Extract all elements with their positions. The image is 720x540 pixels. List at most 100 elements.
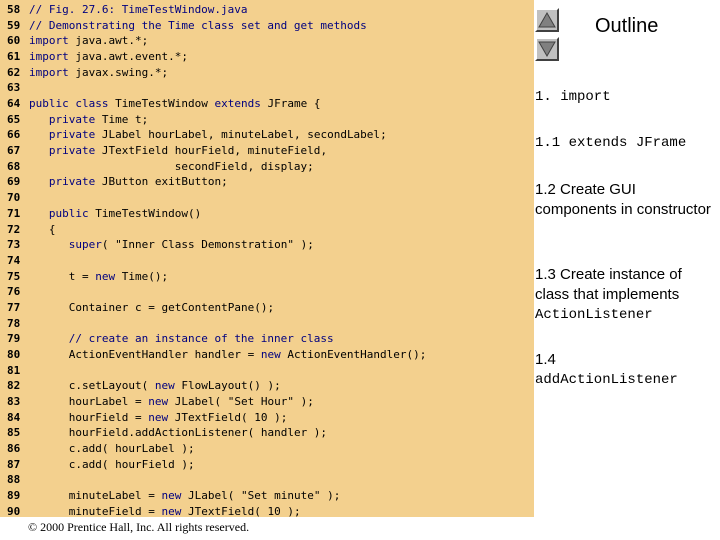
- line-number: 59: [7, 18, 21, 32]
- code-line: 75 t = new Time();: [7, 269, 168, 285]
- code-line: 86 c.add( hourLabel );: [7, 441, 195, 457]
- code-line: 60 import java.awt.*;: [7, 33, 148, 49]
- line-number: 74: [7, 253, 21, 267]
- line-number: 84: [7, 410, 21, 424]
- line-number: 73: [7, 238, 21, 252]
- code-text: Container c = getContentPane();: [68, 300, 275, 314]
- code-text: private JTextField hourField, minuteFiel…: [48, 144, 328, 158]
- line-number: 89: [7, 489, 21, 503]
- code-text: public class TimeTestWindow extends JFra…: [29, 97, 321, 111]
- code-line: 65 private Time t;: [7, 112, 148, 128]
- outline-item-add-listener-code: addActionListener: [535, 372, 678, 388]
- line-number: 86: [7, 442, 21, 456]
- code-line: 88: [7, 472, 29, 488]
- line-number: 80: [7, 347, 21, 361]
- line-number: 62: [7, 65, 21, 79]
- code-line: 78: [7, 316, 29, 332]
- line-number: 85: [7, 426, 21, 440]
- code-line: 71 public TimeTestWindow(): [7, 206, 201, 222]
- line-number: 70: [7, 191, 21, 205]
- code-line: 63: [7, 80, 29, 96]
- code-text: t = new Time();: [68, 269, 169, 283]
- code-text: public TimeTestWindow(): [48, 206, 202, 220]
- line-number: 75: [7, 269, 21, 283]
- code-text: // Fig. 27.6: TimeTestWindow.java: [29, 3, 248, 16]
- code-line: 72 {: [7, 222, 56, 238]
- code-text: private Time t;: [48, 112, 149, 126]
- code-line: 64 public class TimeTestWindow extends JF…: [7, 96, 320, 112]
- code-line: 84 hourField = new JTextField( 10 );: [7, 410, 287, 426]
- code-line: 68 secondField, display;: [7, 159, 314, 175]
- code-text: hourLabel = new JLabel( "Set Hour" );: [68, 395, 314, 408]
- code-line: 83 hourLabel = new JLabel( "Set Hour" );: [7, 394, 314, 410]
- line-number: 88: [7, 473, 21, 487]
- code-text: private JLabel hourLabel, minuteLabel, s…: [48, 128, 387, 142]
- line-number: 77: [7, 300, 21, 314]
- code-text: minuteLabel = new JLabel( "Set minute" )…: [68, 489, 341, 503]
- code-line: 74: [7, 253, 29, 269]
- outline-item-inner-class-text: 1.3 Create instance of class that implem…: [535, 266, 682, 303]
- code-text: // create an instance of the inner class: [68, 332, 334, 346]
- next-slide-button[interactable]: [535, 37, 559, 61]
- code-line: 61 import java.awt.event.*;: [7, 49, 188, 65]
- code-line: 79 // create an instance of the inner cl…: [7, 331, 334, 347]
- outline-item-inner-class-code: ActionListener: [535, 307, 653, 323]
- code-line: 82 c.setLayout( new FlowLayout() );: [7, 378, 281, 394]
- line-number: 76: [7, 285, 21, 299]
- line-number: 58: [7, 3, 21, 16]
- code-line: 85 hourField.addActionListener( handler …: [7, 425, 327, 441]
- code-text: // Demonstrating the Time class set and …: [29, 18, 367, 32]
- line-number: 64: [7, 97, 21, 111]
- line-number: 83: [7, 395, 21, 408]
- code-line: 89 minuteLabel = new JLabel( "Set minute…: [7, 488, 340, 504]
- code-text: hourField.addActionListener( handler );: [68, 426, 328, 440]
- code-line: 77 Container c = getContentPane();: [7, 300, 274, 316]
- code-text: {: [29, 222, 56, 236]
- outline-item-import: 1. import: [535, 89, 611, 105]
- line-number: 82: [7, 379, 21, 393]
- code-line: 87 c.add( hourField );: [7, 457, 195, 473]
- code-line: 58 // Fig. 27.6: TimeTestWindow.java: [7, 2, 248, 18]
- code-line: 80 ActionEventHandler handler = new Acti…: [7, 347, 426, 363]
- code-line: 66 private JLabel hourLabel, minuteLabel…: [7, 127, 387, 143]
- code-text: import java.awt.*;: [29, 34, 149, 48]
- line-number: 71: [7, 206, 21, 220]
- line-number: 65: [7, 112, 21, 126]
- outline-item-add-listener: 1.4 addActionListener: [535, 350, 715, 390]
- line-number: 63: [7, 81, 21, 95]
- code-line: 62 import javax.swing.*;: [7, 65, 168, 81]
- code-listing: 58 // Fig. 27.6: TimeTestWindow.java 59 // …: [0, 0, 534, 517]
- code-text: c.add( hourLabel );: [68, 442, 195, 456]
- line-number: 87: [7, 457, 21, 471]
- code-text: secondField, display;: [174, 159, 314, 173]
- copyright-footer: © 2000 Prentice Hall, Inc. All rights re…: [28, 520, 250, 534]
- outline-item-add-listener-number: 1.4: [535, 351, 556, 368]
- code-line: 76: [7, 284, 29, 300]
- line-number: 81: [7, 363, 21, 377]
- line-number: 66: [7, 128, 21, 142]
- previous-slide-button[interactable]: [535, 8, 559, 32]
- code-line: 70: [7, 190, 29, 206]
- outline-item-inner-class: 1.3 Create instance of class that implem…: [535, 265, 715, 325]
- line-number: 79: [7, 332, 21, 346]
- code-line: 90 minuteField = new JTextField( 10 );: [7, 504, 301, 517]
- outline-title: Outline: [595, 15, 659, 37]
- code-text: private JButton exitButton;: [48, 175, 228, 189]
- code-text: super( "Inner Class Demonstration" );: [68, 238, 314, 252]
- outline-item-extends: 1.1 extends JFrame: [535, 135, 687, 151]
- code-text: ActionEventHandler handler = new ActionE…: [68, 347, 427, 361]
- line-number: 90: [7, 504, 21, 517]
- triangle-up-icon: [538, 11, 556, 28]
- code-text: c.setLayout( new FlowLayout() );: [68, 379, 281, 393]
- code-line: 81: [7, 363, 29, 379]
- line-number: 61: [7, 50, 21, 64]
- code-text: import java.awt.event.*;: [29, 50, 188, 64]
- code-line: 59 // Demonstrating the Time class set an…: [7, 18, 367, 34]
- code-text: minuteField = new JTextField( 10 );: [68, 504, 301, 517]
- code-text: hourField = new JTextField( 10 );: [68, 410, 288, 424]
- code-line: 69 private JButton exitButton;: [7, 174, 228, 190]
- line-number: 72: [7, 222, 21, 236]
- line-number: 68: [7, 159, 21, 173]
- code-text: c.add( hourField );: [68, 457, 195, 471]
- code-line: 67 private JTextField hourField, minuteF…: [7, 143, 327, 159]
